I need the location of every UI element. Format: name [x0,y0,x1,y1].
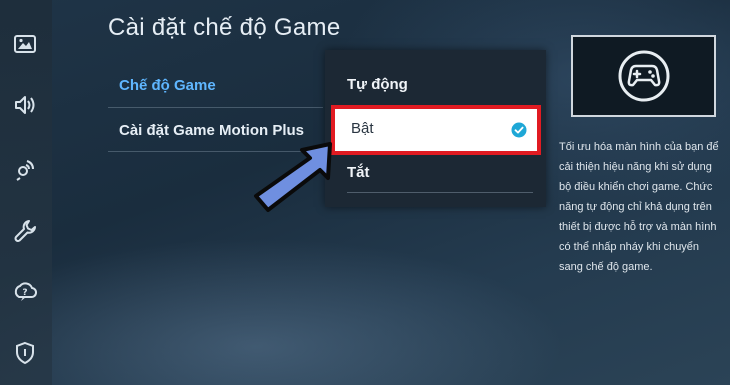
menu-item-game-mode[interactable]: Chế độ Game [108,65,323,105]
sidebar: ? [0,0,52,385]
setting-description: Tối ưu hóa màn hình của bạn để cải thiện… [559,141,719,273]
menu-item-label: Chế độ Game [119,76,216,94]
shield-icon [16,341,34,365]
option-off[interactable]: Tắt [347,154,527,190]
preview-box [571,35,716,117]
sound-icon [15,96,35,114]
game-mode-dropdown: Tự động Bật Tắt [325,50,546,207]
option-on-selected[interactable]: Bật [331,105,541,155]
picture-icon [14,35,36,53]
support-icon: ? [14,282,38,301]
sidebar-item-sound[interactable] [8,88,42,122]
sidebar-item-support[interactable]: ? [8,275,42,309]
sidebar-item-picture[interactable] [8,27,42,61]
arrow-pointer-icon [254,142,332,212]
connection-icon [16,160,34,181]
checkmark-icon [511,122,527,138]
gamepad-icon [618,50,669,102]
wrench-icon [14,220,36,242]
option-label: Bật [351,120,374,137]
sidebar-item-privacy[interactable] [8,336,42,370]
svg-text:?: ? [22,288,27,298]
option-label: Tắt [347,163,370,181]
page-title: Cài đặt chế độ Game [108,14,341,41]
dropdown-divider [347,192,533,193]
sidebar-item-connection[interactable] [8,152,42,186]
sidebar-item-general[interactable] [8,214,42,248]
menu-divider [108,107,323,108]
option-auto[interactable]: Tự động [347,66,527,102]
option-label: Tự động [347,75,408,93]
menu-item-label: Cài đặt Game Motion Plus [119,121,305,139]
